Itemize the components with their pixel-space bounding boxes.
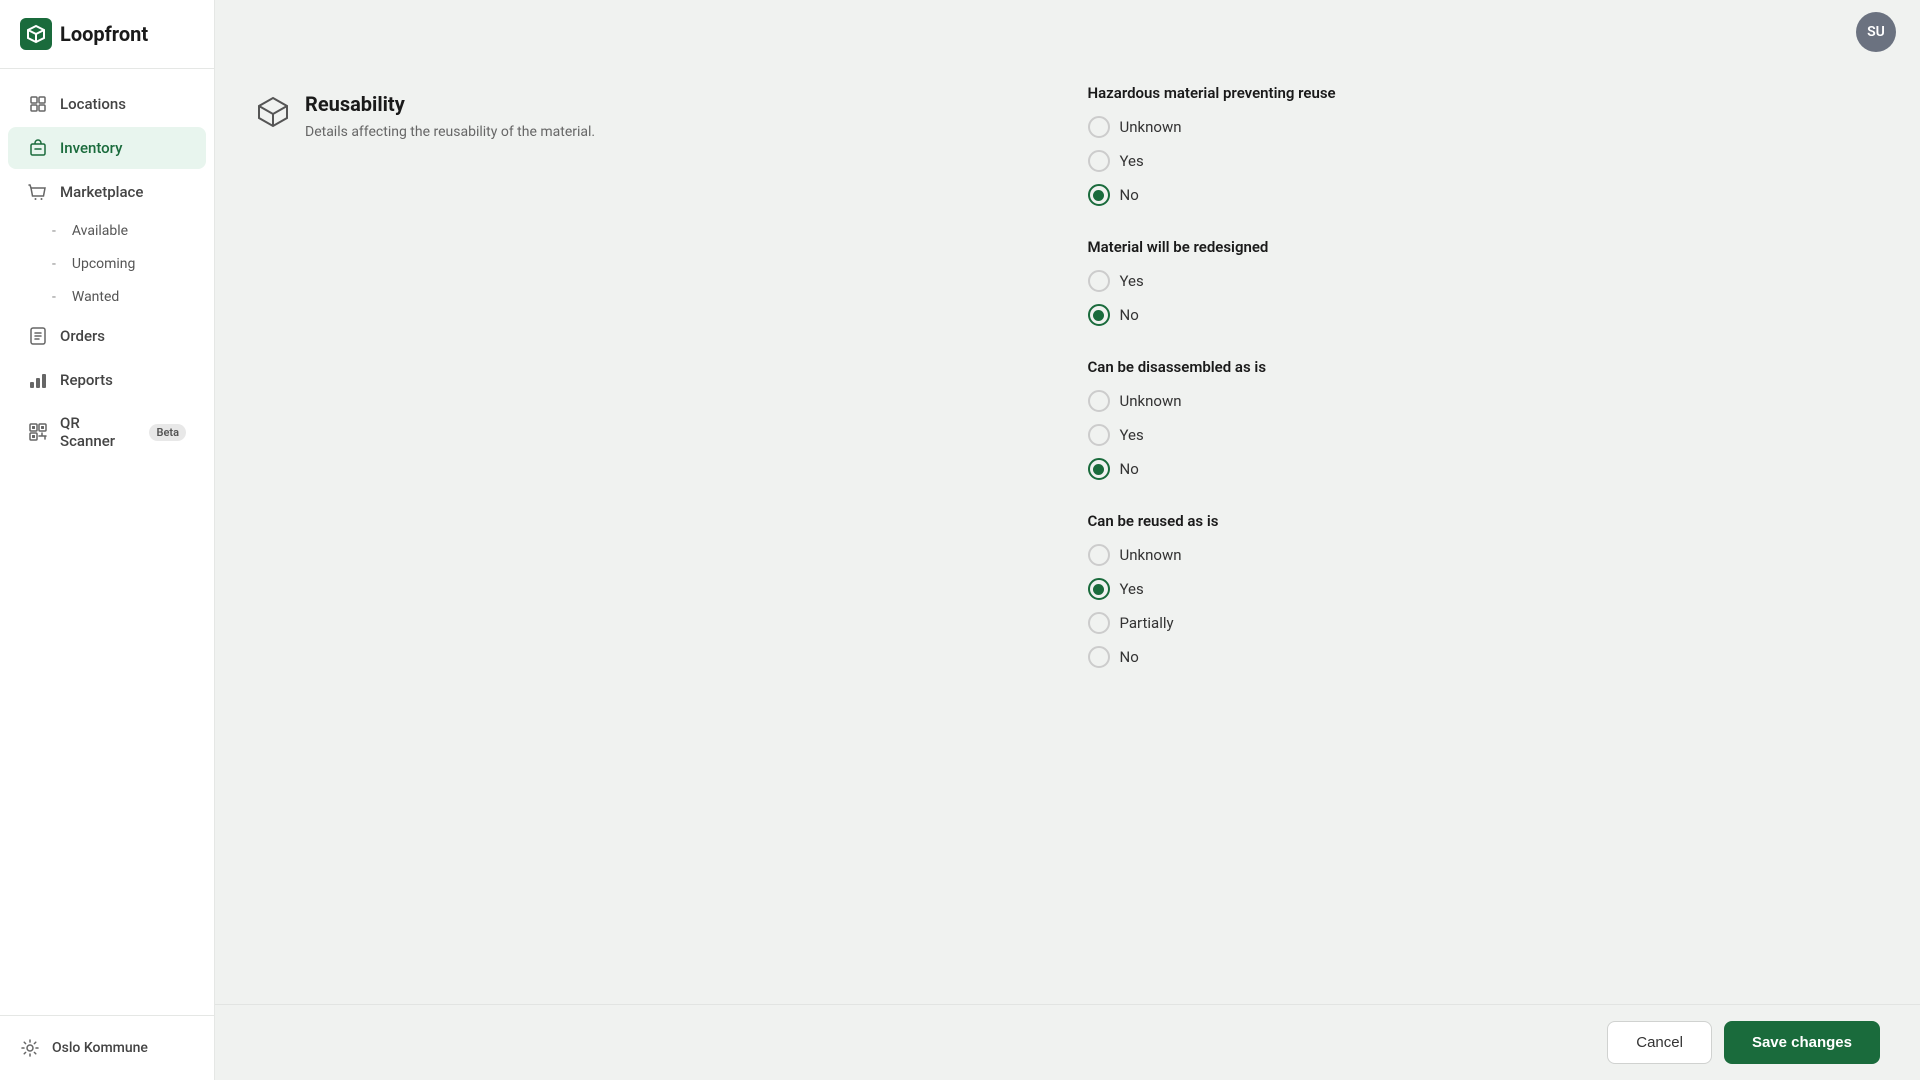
radio-label-redesigned-yes: Yes [1120,272,1144,290]
radio-circle-hazardous-yes[interactable] [1088,150,1110,172]
topbar: SU [215,0,1920,64]
radio-option-reused-partially[interactable]: Partially [1088,612,1881,634]
cancel-button[interactable]: Cancel [1607,1021,1712,1064]
radio-circle-disassembled-unknown[interactable] [1088,390,1110,412]
radio-option-disassembled-unknown[interactable]: Unknown [1088,390,1881,412]
radio-circle-disassembled-yes[interactable] [1088,424,1110,446]
radio-group-reused: Unknown Yes Partially No [1088,544,1881,668]
radio-option-disassembled-yes[interactable]: Yes [1088,424,1881,446]
radio-option-reused-yes[interactable]: Yes [1088,578,1881,600]
radio-option-redesigned-yes[interactable]: Yes [1088,270,1881,292]
sidebar: Loopfront Locations Inventory [0,0,215,1080]
form-group-reused: Can be reused as is Unknown Yes Partially No [1088,512,1881,668]
radio-circle-reused-unknown[interactable] [1088,544,1110,566]
radio-label-hazardous-unknown: Unknown [1120,118,1182,136]
sidebar-item-locations[interactable]: Locations [8,83,206,125]
loopfront-logo-icon [20,18,52,50]
radio-label-reused-no: No [1120,648,1139,666]
sidebar-item-marketplace-label: Marketplace [60,183,143,201]
radio-label-reused-unknown: Unknown [1120,546,1182,564]
beta-badge: Beta [149,424,186,441]
sidebar-item-reports-label: Reports [60,371,113,389]
logo-area[interactable]: Loopfront [0,0,214,69]
radio-option-hazardous-no[interactable]: No [1088,184,1881,206]
inventory-icon [28,138,48,158]
radio-option-hazardous-yes[interactable]: Yes [1088,150,1881,172]
sidebar-item-qr-scanner-label: QR Scanner [60,414,133,450]
radio-label-hazardous-no: No [1120,186,1139,204]
radio-label-reused-yes: Yes [1120,580,1144,598]
reports-icon [28,370,48,390]
sidebar-sub-item-upcoming[interactable]: Upcoming [8,248,206,280]
sidebar-nav: Locations Inventory Marketplace Availabl… [0,69,214,1015]
sidebar-sub-item-wanted[interactable]: Wanted [8,281,206,313]
radio-circle-hazardous-no[interactable] [1088,184,1110,206]
save-button[interactable]: Save changes [1724,1021,1880,1064]
radio-label-disassembled-yes: Yes [1120,426,1144,444]
sidebar-item-inventory-label: Inventory [60,139,122,157]
bottom-bar: Cancel Save changes [215,1004,1920,1080]
form-groups: Hazardous material preventing reuse Unkno… [1088,84,1881,668]
reusability-icon [255,94,291,130]
org-label: Oslo Kommune [52,1040,148,1056]
orders-icon [28,326,48,346]
section-title: Reusability [305,92,595,116]
radio-group-redesigned: Yes No [1088,270,1881,326]
form-group-redesigned: Material will be redesigned Yes No [1088,238,1881,326]
sidebar-item-reports[interactable]: Reports [8,359,206,401]
radio-circle-disassembled-no[interactable] [1088,458,1110,480]
section-description: Details affecting the reusability of the… [305,122,595,143]
org-item[interactable]: Oslo Kommune [8,1028,206,1068]
radio-option-reused-no[interactable]: No [1088,646,1881,668]
sidebar-item-orders-label: Orders [60,327,105,345]
sidebar-item-locations-label: Locations [60,95,126,113]
sidebar-bottom: Oslo Kommune [0,1015,214,1080]
settings-icon [20,1038,40,1058]
sidebar-item-orders[interactable]: Orders [8,315,206,357]
radio-label-hazardous-yes: Yes [1120,152,1144,170]
radio-circle-redesigned-yes[interactable] [1088,270,1110,292]
radio-label-disassembled-no: No [1120,460,1139,478]
sidebar-item-qr-scanner[interactable]: QR Scanner Beta [8,403,206,461]
logo-text: Loopfront [60,22,148,46]
content-layout: Reusability Details affecting the reusab… [255,64,1880,700]
main-content: SU Reusability Details affecting the reu… [215,0,1920,1080]
radio-circle-reused-no[interactable] [1088,646,1110,668]
section-header: Reusability Details affecting the reusab… [255,84,1048,143]
radio-group-hazardous: Unknown Yes No [1088,116,1881,206]
radio-label-reused-partially: Partially [1120,614,1174,632]
radio-option-reused-unknown[interactable]: Unknown [1088,544,1881,566]
radio-label-redesigned-no: No [1120,306,1139,324]
user-avatar[interactable]: SU [1856,12,1896,52]
sidebar-item-inventory[interactable]: Inventory [8,127,206,169]
form-group-label-hazardous: Hazardous material preventing reuse [1088,84,1881,102]
form-group-disassembled: Can be disassembled as is Unknown Yes No [1088,358,1881,480]
sidebar-sub-item-wanted-label: Wanted [72,289,119,305]
marketplace-icon [28,182,48,202]
section-text: Reusability Details affecting the reusab… [305,92,595,143]
form-group-hazardous: Hazardous material preventing reuse Unkno… [1088,84,1881,206]
radio-circle-reused-yes[interactable] [1088,578,1110,600]
radio-circle-hazardous-unknown[interactable] [1088,116,1110,138]
content-area: Reusability Details affecting the reusab… [215,64,1920,1080]
form-group-label-reused: Can be reused as is [1088,512,1881,530]
sidebar-sub-item-upcoming-label: Upcoming [72,256,136,272]
left-column: Reusability Details affecting the reusab… [255,84,1048,700]
sidebar-sub-item-available[interactable]: Available [8,215,206,247]
qr-icon [28,422,48,442]
sidebar-item-marketplace[interactable]: Marketplace [8,171,206,213]
right-column: Hazardous material preventing reuse Unkno… [1088,84,1881,700]
form-group-label-disassembled: Can be disassembled as is [1088,358,1881,376]
radio-circle-redesigned-no[interactable] [1088,304,1110,326]
radio-option-hazardous-unknown[interactable]: Unknown [1088,116,1881,138]
radio-label-disassembled-unknown: Unknown [1120,392,1182,410]
radio-option-redesigned-no[interactable]: No [1088,304,1881,326]
radio-group-disassembled: Unknown Yes No [1088,390,1881,480]
form-group-label-redesigned: Material will be redesigned [1088,238,1881,256]
sidebar-sub-item-available-label: Available [72,223,128,239]
location-icon [28,94,48,114]
radio-option-disassembled-no[interactable]: No [1088,458,1881,480]
radio-circle-reused-partially[interactable] [1088,612,1110,634]
